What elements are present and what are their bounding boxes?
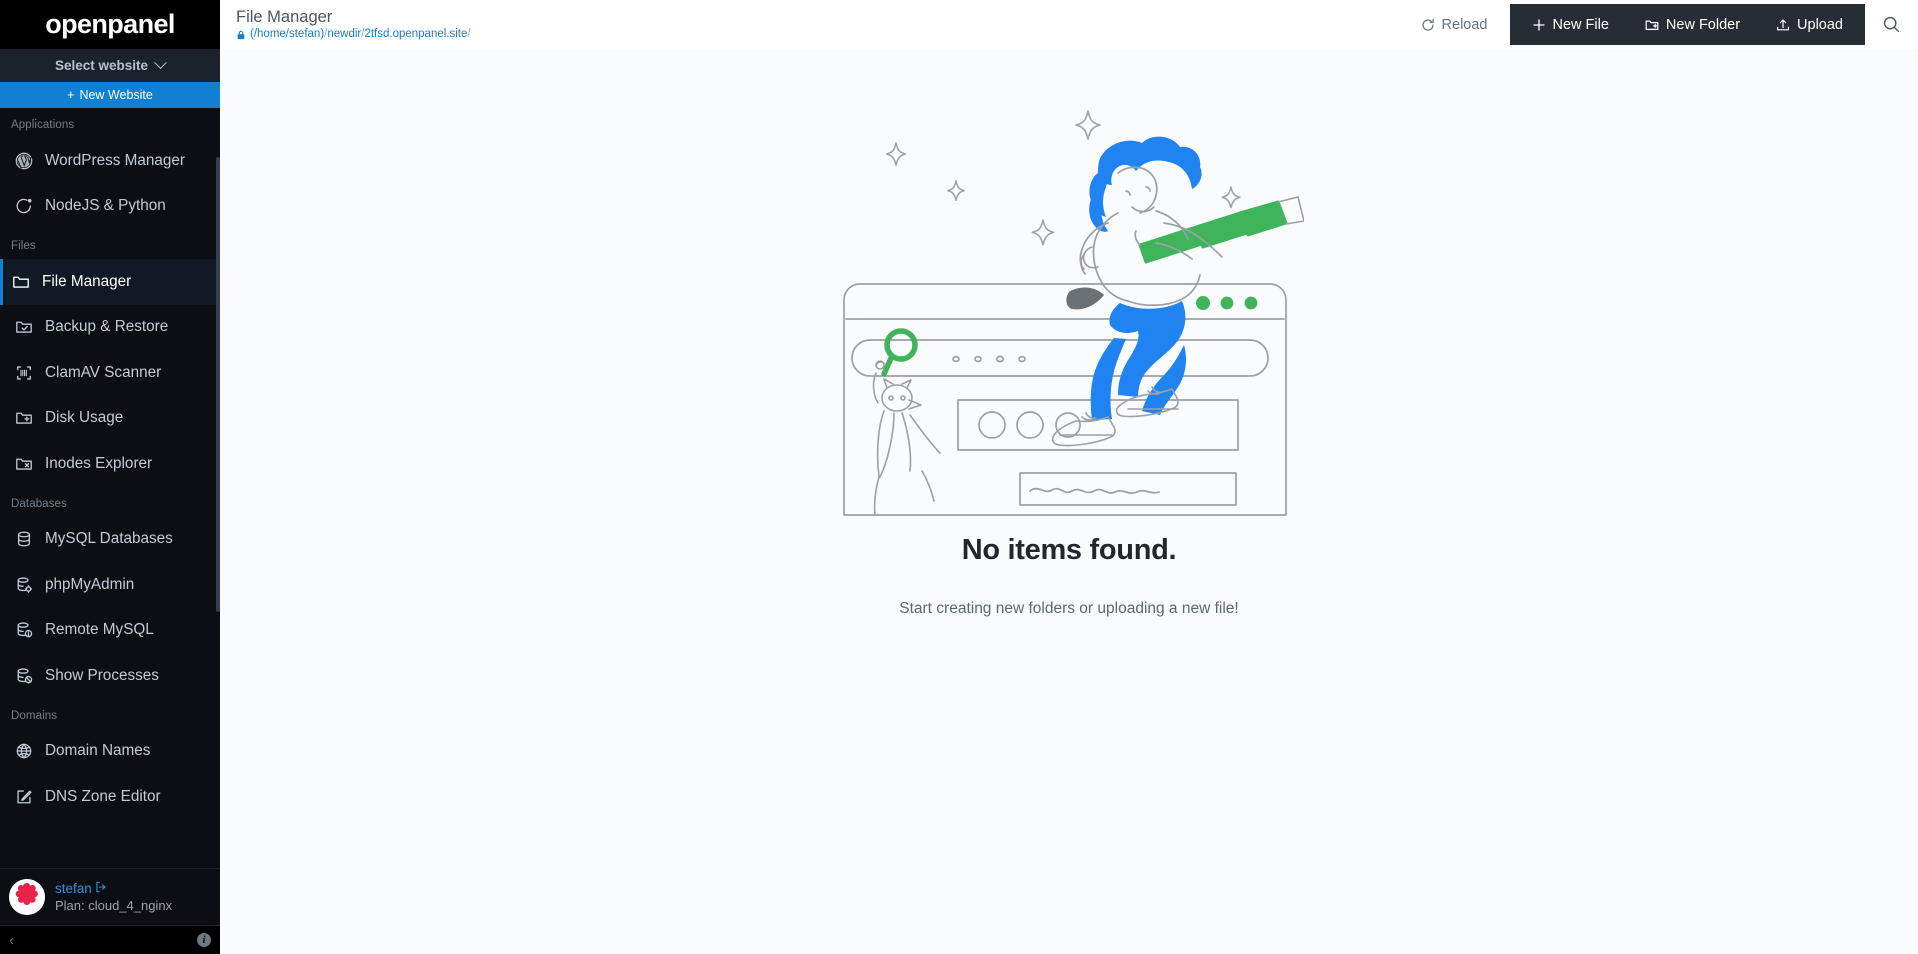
sidebar-item-label: NodeJS & Python xyxy=(45,197,166,215)
sidebar-item-phpmyadmin[interactable]: phpMyAdmin xyxy=(0,562,220,608)
user-meta: stefan Plan: cloud_4_nginx xyxy=(55,881,172,913)
logout-icon[interactable] xyxy=(95,881,107,896)
empty-state-subtitle: Start creating new folders or uploading … xyxy=(899,600,1239,617)
sidebar-item-clamav-scanner[interactable]: ClamAV Scanner xyxy=(0,350,220,396)
folder-check-icon xyxy=(14,318,33,337)
breadcrumb-segment[interactable]: 2tfsd.openpanel.site xyxy=(364,28,467,40)
sidebar-section-title: Domains xyxy=(11,709,58,722)
sidebar: openpanel Select website + New Website A… xyxy=(0,0,220,954)
folder-plus-icon xyxy=(14,409,33,428)
main-area: File Manager (/home/stefan)/newdir/2tfsd… xyxy=(220,0,1918,954)
nodejs-icon xyxy=(14,197,33,216)
reload-button[interactable]: Reload xyxy=(1421,0,1510,49)
sidebar-nav: Applications WordPress Manager NodeJS & Py… xyxy=(0,108,220,824)
upload-icon xyxy=(1776,18,1790,32)
sidebar-scrollbar-thumb[interactable] xyxy=(216,157,220,612)
sidebar-nav-scroll[interactable]: Applications WordPress Manager NodeJS & Py… xyxy=(0,108,220,868)
sidebar-item-domain-names[interactable]: Domain Names xyxy=(0,729,220,775)
search-button[interactable] xyxy=(1865,0,1918,49)
folder-x-icon xyxy=(14,454,33,473)
database-cog-icon xyxy=(14,575,33,594)
reload-label: Reload xyxy=(1441,16,1488,33)
username-link[interactable]: stefan xyxy=(55,881,172,896)
website-selector[interactable]: Select website xyxy=(0,49,220,82)
new-file-label: New File xyxy=(1552,16,1609,33)
sidebar-item-file-manager[interactable]: File Manager xyxy=(0,259,220,305)
empty-state-title: No items found. xyxy=(961,534,1177,566)
sidebar-item-wordpress-manager[interactable]: WordPress Manager xyxy=(0,138,220,184)
upload-button[interactable]: Upload xyxy=(1758,4,1861,45)
wordpress-icon xyxy=(14,151,33,170)
sidebar-item-label: Inodes Explorer xyxy=(45,454,153,472)
sidebar-item-label: Backup & Restore xyxy=(45,318,169,336)
sidebar-item-label: WordPress Manager xyxy=(45,151,185,169)
sidebar-item-label: Disk Usage xyxy=(45,409,124,427)
brand-name: openpanel xyxy=(45,9,175,39)
sidebar-item-remote-mysql[interactable]: Remote MySQL xyxy=(0,608,220,654)
plus-icon xyxy=(1532,18,1546,32)
new-website-button[interactable]: + New Website xyxy=(0,82,220,108)
file-list-empty-state: No items found. Start creating new folde… xyxy=(220,49,1918,954)
sidebar-item-mysql-databases[interactable]: MySQL Databases xyxy=(0,517,220,563)
new-website-label: New Website xyxy=(79,88,153,102)
avatar xyxy=(9,879,45,915)
sidebar-item-label: phpMyAdmin xyxy=(45,575,135,593)
brand-logo[interactable]: openpanel xyxy=(0,0,220,49)
sidebar-item-disk-usage[interactable]: Disk Usage xyxy=(0,396,220,442)
sidebar-item-label: Domain Names xyxy=(45,742,151,760)
sidebar-item-show-processes[interactable]: Show Processes xyxy=(0,653,220,699)
globe-icon xyxy=(14,742,33,761)
sidebar-item-label: File Manager xyxy=(42,272,132,290)
folder-plus-icon xyxy=(1645,18,1659,32)
sidebar-item-backup-restore[interactable]: Backup & Restore xyxy=(0,305,220,351)
sidebar-section-title: Applications xyxy=(11,119,75,131)
new-file-button[interactable]: New File xyxy=(1514,4,1627,45)
scan-icon xyxy=(14,363,33,382)
database-info-icon xyxy=(14,621,33,640)
sidebar-item-inodes-explorer[interactable]: Inodes Explorer xyxy=(0,441,220,487)
search-icon xyxy=(1882,15,1901,34)
chevron-down-icon xyxy=(154,56,167,70)
new-folder-label: New Folder xyxy=(1665,16,1741,33)
database-ban-icon xyxy=(14,666,33,685)
sidebar-item-nodejs-python[interactable]: NodeJS & Python xyxy=(0,184,220,230)
sidebar-item-label: Remote MySQL xyxy=(45,621,154,639)
page-title: File Manager xyxy=(236,8,333,27)
sidebar-section-title: Databases xyxy=(11,497,67,510)
breadcrumb-segment[interactable]: newdir xyxy=(327,28,361,40)
new-folder-button[interactable]: New Folder xyxy=(1627,4,1758,45)
breadcrumb-separator: / xyxy=(467,28,471,41)
sidebar-section-title: Files xyxy=(11,240,36,252)
sidebar-item-label: MySQL Databases xyxy=(45,530,173,548)
breadcrumb-path: (/home/stefan)/newdir/2tfsd.openpanel.si… xyxy=(250,28,471,41)
username-text: stefan xyxy=(55,881,92,896)
sidebar-item-label: ClamAV Scanner xyxy=(45,363,162,381)
title-block: File Manager (/home/stefan)/newdir/2tfsd… xyxy=(236,8,471,41)
edit-square-icon xyxy=(14,787,33,806)
top-header: File Manager (/home/stefan)/newdir/2tfsd… xyxy=(220,0,1918,49)
sidebar-item-dns-zone-editor[interactable]: DNS Zone Editor xyxy=(0,774,220,820)
breadcrumb-root[interactable]: (/home/stefan) xyxy=(250,28,324,40)
plus-icon: + xyxy=(67,88,75,102)
website-selector-label: Select website xyxy=(54,58,149,73)
sidebar-item-label: Show Processes xyxy=(45,666,159,684)
breadcrumb: (/home/stefan)/newdir/2tfsd.openpanel.si… xyxy=(236,28,471,41)
folder-icon xyxy=(11,272,30,291)
sidebar-item-label: DNS Zone Editor xyxy=(45,787,161,805)
chevron-left-icon[interactable]: ‹ xyxy=(9,933,14,948)
user-plan: Plan: cloud_4_nginx xyxy=(55,898,173,913)
database-icon xyxy=(14,530,33,549)
empty-state-illustration xyxy=(843,110,1304,516)
user-profile-box[interactable]: stefan Plan: cloud_4_nginx xyxy=(0,868,220,925)
file-action-group: New File New Folder Upload xyxy=(1509,4,1865,45)
upload-label: Upload xyxy=(1797,16,1843,33)
header-actions: Reload New File New Folder Upload xyxy=(1421,0,1918,49)
sidebar-footer: ‹ i xyxy=(0,925,220,954)
info-icon[interactable]: i xyxy=(197,933,211,947)
lock-icon xyxy=(236,30,246,40)
reload-icon xyxy=(1421,18,1435,32)
